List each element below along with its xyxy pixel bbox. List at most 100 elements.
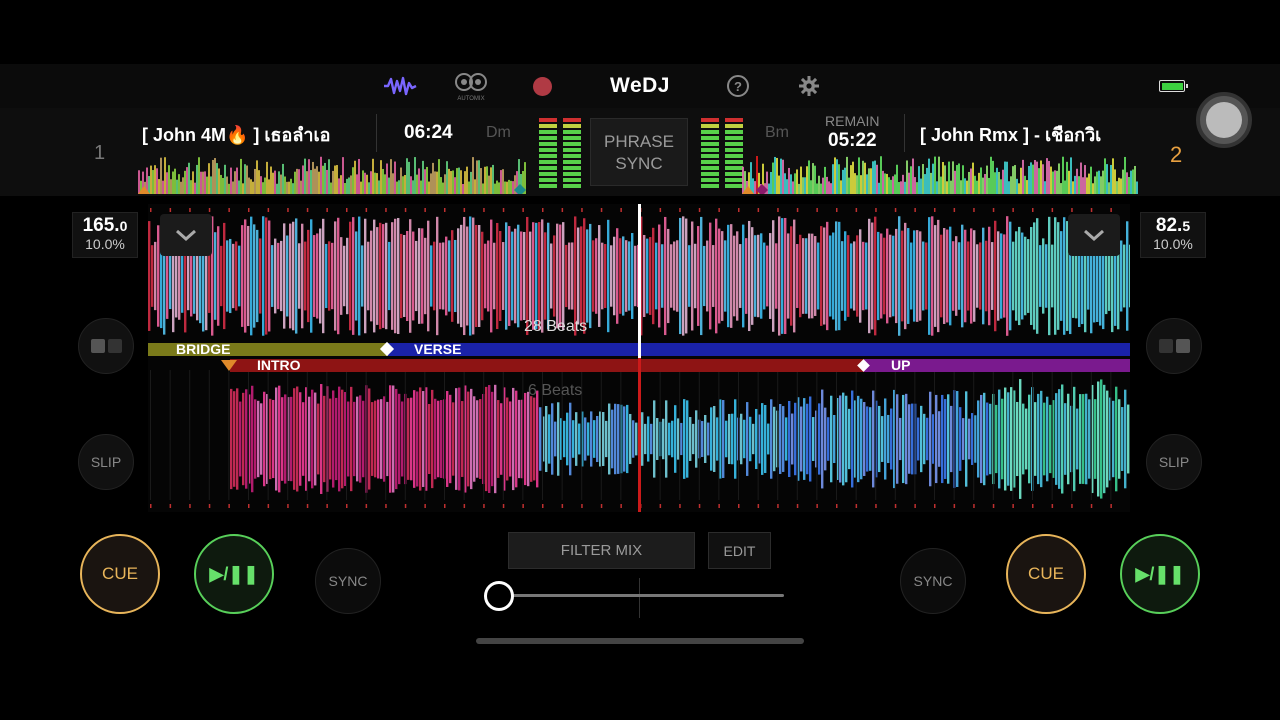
- overview-bar: [856, 175, 858, 194]
- beat-tick: [385, 504, 387, 508]
- beat-tick: [150, 208, 152, 212]
- overview-bar: [226, 176, 228, 194]
- deck1-track-title[interactable]: [ John 4M🔥 ] เธอลำเอ: [142, 120, 360, 149]
- beat-tick: [581, 504, 583, 508]
- overview-bar: [920, 178, 922, 194]
- meter-segment: [725, 118, 743, 122]
- assistive-touch-button[interactable]: [1196, 92, 1252, 148]
- edit-button[interactable]: EDIT: [708, 532, 771, 569]
- phrase-intro: INTRO: [230, 358, 864, 372]
- grid-line: [757, 370, 759, 500]
- overview-bar: [1040, 160, 1042, 194]
- overview-bar: [966, 180, 968, 194]
- overview-bar: [284, 176, 286, 194]
- overview-bar: [202, 171, 204, 194]
- grid-line: [169, 370, 171, 500]
- overview-bar: [1074, 175, 1076, 194]
- grid-line: [1090, 370, 1092, 500]
- overview-bar: [188, 162, 190, 194]
- meter-segment: [563, 118, 581, 122]
- filter-slider-thumb[interactable]: [484, 581, 514, 611]
- overview-bar: [932, 163, 934, 194]
- beat-tick: [679, 208, 681, 212]
- overview-bar: [148, 176, 150, 194]
- overview-bar: [466, 166, 468, 194]
- deck1-play-pause-button[interactable]: ▶/❚❚: [194, 534, 274, 614]
- deck1-sync-button[interactable]: SYNC: [315, 548, 381, 614]
- grid-line: [385, 370, 387, 500]
- meter-segment: [701, 172, 719, 176]
- deck2-play-pause-button[interactable]: ▶/❚❚: [1120, 534, 1200, 614]
- overview-bar: [1056, 170, 1058, 194]
- overview-bar: [408, 161, 410, 194]
- help-icon[interactable]: ?: [726, 70, 750, 102]
- overview-bar: [472, 157, 474, 194]
- grid-line: [894, 370, 896, 500]
- deck2-collapse-button[interactable]: [1068, 214, 1120, 256]
- overview-bar: [416, 174, 418, 194]
- overview-bar: [402, 176, 404, 194]
- meter-segment: [539, 136, 557, 140]
- deck2-remain-label: REMAIN: [825, 113, 880, 129]
- overview-bar: [768, 183, 770, 194]
- settings-icon[interactable]: [797, 70, 821, 102]
- beat-tick: [365, 504, 368, 508]
- deck1-overview-waveform[interactable]: [138, 150, 526, 194]
- overview-bar: [968, 171, 970, 194]
- record-icon[interactable]: [530, 70, 554, 102]
- grid-line: [600, 370, 602, 500]
- overview-bar: [428, 181, 430, 194]
- filter-mix-button[interactable]: FILTER MIX: [508, 532, 695, 569]
- deck2-slip-button[interactable]: SLIP: [1146, 434, 1202, 490]
- grid-line: [365, 370, 367, 500]
- overview-bar: [320, 156, 322, 194]
- overview-bar: [490, 167, 492, 194]
- overview-bar: [270, 166, 272, 194]
- overview-bar: [260, 176, 262, 194]
- meter-segment: [701, 166, 719, 170]
- overview-bar: [782, 159, 784, 194]
- overview-bar: [894, 174, 896, 194]
- overview-bar: [1014, 165, 1016, 194]
- grid-line: [1032, 370, 1033, 500]
- grid-line: [934, 370, 935, 500]
- deck1-bpm-decimal: 0: [119, 218, 128, 234]
- overview-bar: [228, 183, 230, 194]
- deck2-track-title[interactable]: [ John Rmx ] - เชือกวิเ: [920, 120, 1138, 149]
- overview-bar: [976, 180, 978, 194]
- overview-bar: [268, 179, 270, 194]
- overview-bar: [838, 164, 840, 194]
- deck2-level-meter: [701, 118, 743, 188]
- deck1-hotcue-pad-button[interactable]: [78, 318, 134, 374]
- deck1-collapse-button[interactable]: [160, 214, 212, 256]
- deck2-bpm-display[interactable]: 82.5 10.0%: [1140, 212, 1206, 258]
- beat-tick: [875, 208, 877, 212]
- overview-bar: [1124, 156, 1126, 194]
- deck2-cue-button[interactable]: CUE: [1006, 534, 1086, 614]
- deck2-sync-button[interactable]: SYNC: [900, 548, 966, 614]
- automix-icon[interactable]: [452, 70, 490, 94]
- waveform-icon[interactable]: [382, 70, 418, 102]
- overview-bar: [434, 171, 436, 194]
- overview-bar: [334, 165, 336, 194]
- beat-tick: [796, 208, 799, 212]
- filter-slider-track[interactable]: [500, 594, 784, 597]
- deck2-hotcue-pad-button[interactable]: [1146, 318, 1202, 374]
- deck1-slip-button[interactable]: SLIP: [78, 434, 134, 490]
- beat-tick: [600, 504, 603, 508]
- overview-bar: [336, 165, 338, 194]
- overview-bar: [412, 180, 414, 194]
- overview-bar: [1080, 162, 1082, 194]
- deck1-cue-button[interactable]: CUE: [80, 534, 160, 614]
- phrase-sync-button[interactable]: PHRASE SYNC: [590, 118, 688, 186]
- deck1-bpm-display[interactable]: 165.0 10.0%: [72, 212, 138, 258]
- overview-bar: [830, 183, 832, 194]
- overview-bar: [1110, 164, 1112, 194]
- overview-bar: [154, 165, 156, 194]
- overview-bar: [206, 176, 208, 194]
- deck2-overview-waveform[interactable]: [742, 150, 1138, 194]
- overview-bar: [238, 180, 240, 194]
- meter-segment: [725, 184, 743, 188]
- overview-bar: [1052, 171, 1054, 194]
- grid-line: [953, 370, 955, 500]
